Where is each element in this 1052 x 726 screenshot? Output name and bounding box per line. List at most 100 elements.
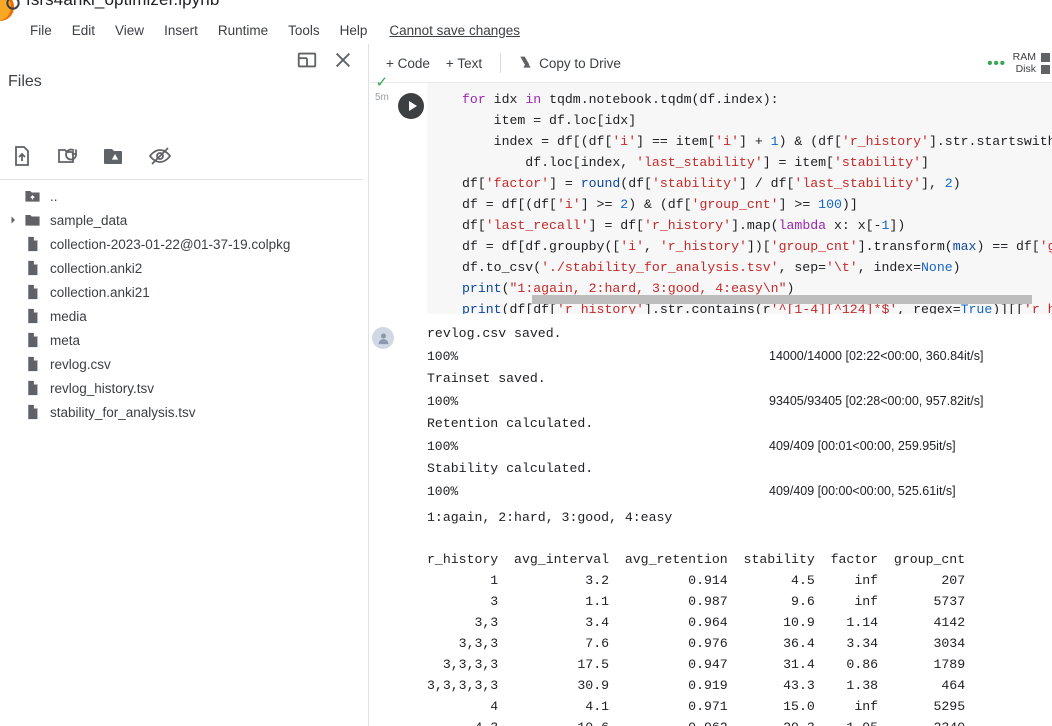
progress-percent: 100% [427,483,459,499]
add-code-cell-button[interactable]: + Code [378,52,438,75]
file-row-revlog-history[interactable]: revlog_history.tsv [0,376,369,400]
notebook-toolbar: + Code + Text Copy to Drive ••• RAM Disk [370,44,1052,82]
menu-bar: File Edit View Insert Runtime Tools Help… [20,18,520,42]
file-name: stability_for_analysis.tsv [50,404,196,420]
rating-legend: 1:again, 2:hard, 3:good, 4:easy [427,510,673,525]
progress-track [467,391,765,411]
disk-label: Disk [1015,62,1036,75]
progress-bar-row: 100% 14000/14000 [02:22<00:00, 360.84it/… [427,344,1052,368]
output-text: revlog.csv saved. [427,326,562,341]
file-row-stability-tsv[interactable]: stability_for_analysis.tsv [0,400,369,424]
file-row-colpkg[interactable]: collection-2023-01-22@01-37-19.colpkg [0,232,369,256]
menu-tools[interactable]: Tools [278,21,330,40]
files-sidebar: Files .. sample_data collection-2023-01-… [0,44,369,726]
notebook-area: + Code + Text Copy to Drive ••• RAM Disk… [370,44,1052,726]
toolbar-separator [500,53,502,73]
cell-output: revlog.csv saved. 100% 14000/14000 [02:2… [372,323,1052,726]
upload-file-icon[interactable] [10,144,34,168]
hide-hidden-files-icon[interactable] [148,144,172,168]
file-list: .. sample_data collection-2023-01-22@01-… [0,184,369,424]
top-bar: fsrs4anki_optimizer.ipynb File Edit View… [0,0,1052,44]
output-line-text: Retention calculated. [427,413,1052,434]
output-text: Retention calculated. [427,416,594,431]
output-line-text: revlog.csv saved. [427,323,1052,344]
output-line-text: Trainset saved. [427,368,1052,389]
output-avatar [372,327,394,349]
file-row-parent[interactable]: .. [0,184,369,208]
progress-track [467,346,765,366]
refresh-folder-icon[interactable] [56,144,80,168]
add-text-cell-button[interactable]: + Text [438,52,490,75]
progress-bar-row: 100% 409/409 [00:01<00:00, 259.95it/s] [427,434,1052,458]
disk-row: Disk [1012,62,1050,75]
file-icon [28,260,38,276]
play-icon [408,101,417,111]
progress-percent: 100% [427,438,459,454]
drive-icon [520,56,531,68]
file-name: .. [50,188,58,204]
success-check-icon: ✓ [375,74,389,91]
cell-gutter: ✓ 5m [370,75,424,323]
file-name: collection.anki2 [50,260,143,276]
mount-drive-icon[interactable] [102,144,126,168]
file-name: revlog_history.tsv [50,380,155,396]
file-name: meta [50,332,81,348]
menu-runtime[interactable]: Runtime [208,21,278,40]
menu-insert[interactable]: Insert [154,21,208,40]
caret-placeholder [6,309,20,323]
caret-placeholder [6,357,20,371]
notebook-title[interactable]: fsrs4anki_optimizer.ipynb [26,0,219,10]
file-row-media[interactable]: media [0,304,369,328]
output-line-text: Stability calculated. [427,458,1052,479]
copy-to-drive-button[interactable]: Copy to Drive [511,51,629,75]
progress-stats: 14000/14000 [02:22<00:00, 360.84it/s] [769,349,984,363]
file-name: media [50,308,87,324]
file-row-revlog-csv[interactable]: revlog.csv [0,352,369,376]
file-row-anki21[interactable]: collection.anki21 [0,280,369,304]
ram-indicator-icon [1041,52,1050,62]
progress-track [467,481,765,501]
file-row-sample-data[interactable]: sample_data [0,208,369,232]
progress-bar-row: 100% 409/409 [00:00<00:00, 525.61it/s] [427,479,1052,503]
caret-placeholder [6,237,20,251]
file-name: collection.anki21 [50,284,150,300]
disk-indicator-icon [1041,64,1050,74]
file-icon [28,332,38,348]
folder-icon [25,215,40,226]
output-text: Stability calculated. [427,461,594,476]
file-icon [28,356,38,372]
files-toolbar [0,134,369,178]
resource-monitor[interactable]: RAM Disk [1012,51,1050,75]
code-editor[interactable]: for idx in tqdm.notebook.tqdm(df.index):… [427,83,1052,314]
file-row-meta[interactable]: meta [0,328,369,352]
code-horizontal-scrollbar[interactable] [532,295,1032,304]
close-icon[interactable] [332,49,354,71]
caret-placeholder [6,381,20,395]
file-row-anki2[interactable]: collection.anki2 [0,256,369,280]
parent-folder-icon [25,191,40,202]
code-text[interactable]: for idx in tqdm.notebook.tqdm(df.index):… [427,83,1052,314]
file-icon [28,284,38,300]
progress-percent: 100% [427,393,459,409]
toolbar-right-group: ••• RAM Disk [987,44,1052,82]
file-name: collection-2023-01-22@01-37-19.colpkg [50,236,291,252]
menu-view[interactable]: View [105,21,154,40]
ram-row: RAM [1012,51,1050,63]
new-window-icon[interactable] [296,49,318,71]
menu-file[interactable]: File [20,21,62,40]
chevron-right-icon[interactable] [6,213,20,227]
progress-percent: 100% [427,348,459,364]
menu-edit[interactable]: Edit [62,21,105,40]
save-status-link[interactable]: Cannot save changes [389,23,520,38]
run-cell-button[interactable] [398,93,424,119]
more-options-icon[interactable]: ••• [987,56,1006,71]
files-toolbar-divider [0,179,363,180]
progress-stats: 409/409 [00:00<00:00, 525.61it/s] [769,484,956,498]
caret-placeholder [6,261,20,275]
menu-help[interactable]: Help [330,21,378,40]
progress-stats: 409/409 [00:01<00:00, 259.95it/s] [769,439,956,453]
progress-track [467,436,765,456]
file-name: sample_data [50,212,128,228]
cell-run-status: ✓ 5m [375,74,389,103]
file-icon [28,308,38,324]
